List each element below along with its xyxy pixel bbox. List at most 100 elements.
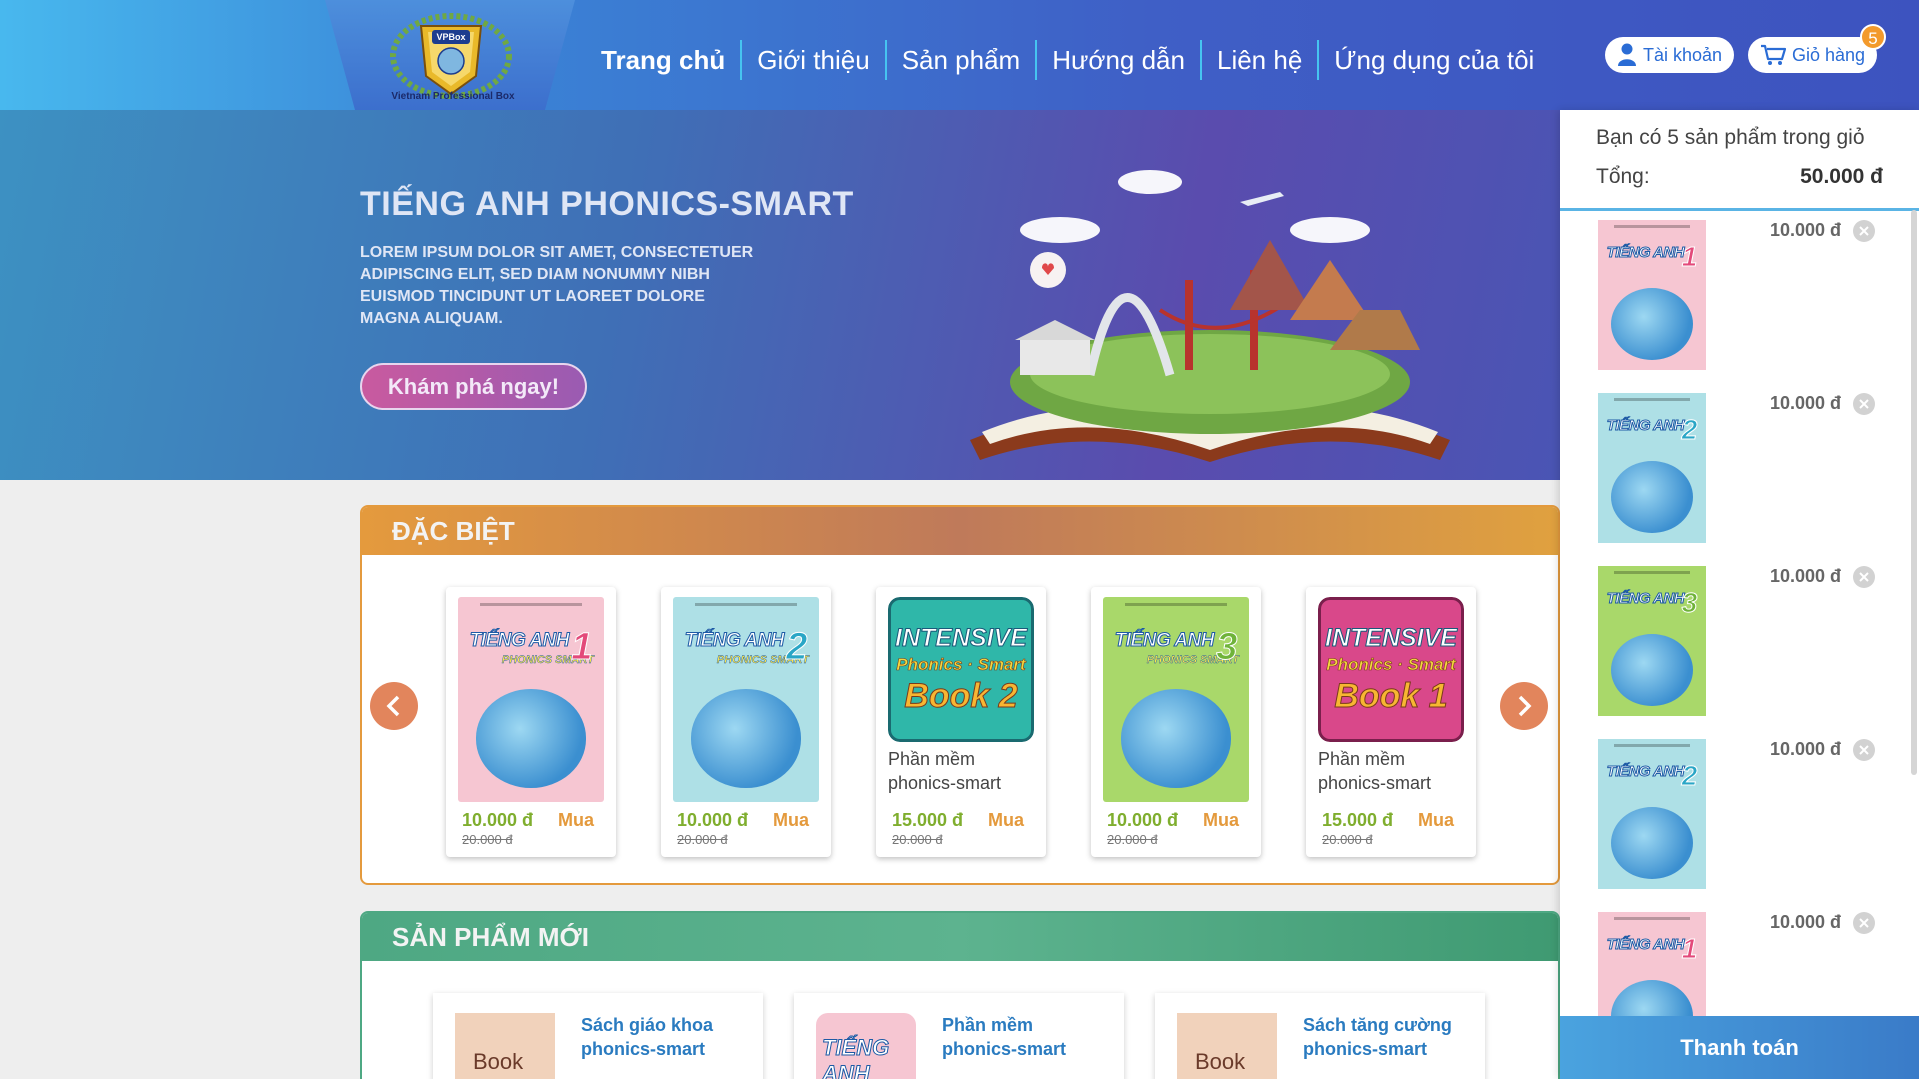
thumb-text: Book: [473, 1049, 524, 1074]
cover-number: 2: [786, 625, 808, 668]
cart-button[interactable]: Giỏ hàng: [1748, 37, 1878, 73]
new-product-title: Phần mềm phonics-smart: [942, 1015, 1067, 1059]
cart-item-list: TIẾNG ANH 1 10.000 đ TIẾNG ANH 2 10.000 …: [1560, 220, 1919, 1079]
cover-intensive: INTENSIVE: [1325, 623, 1458, 652]
cart-item-price: 10.000 đ: [1770, 566, 1842, 586]
cover-title: TIẾNG ANH: [469, 629, 570, 651]
product-card[interactable]: INTENSIVE Phonics · Smart Book 2 Phần mề…: [876, 587, 1046, 857]
carousel-next-button[interactable]: [1500, 682, 1548, 730]
product-old-price: 20.000 đ: [677, 832, 728, 847]
product-card[interactable]: TIẾNG ANH PHONICS SMART 1 10.000 đ 20.00…: [446, 587, 616, 857]
cart-item-price: 10.000 đ: [1770, 912, 1842, 932]
product-old-price: 20.000 đ: [892, 832, 943, 847]
buy-button[interactable]: Mua: [558, 810, 594, 831]
user-icon: [1618, 43, 1636, 66]
buy-button[interactable]: Mua: [1418, 810, 1454, 831]
product-name: Phần mềm phonics-smart: [1318, 749, 1432, 793]
logo-text: Vietnam Professional Box: [391, 91, 515, 102]
cover-intensive: INTENSIVE: [895, 623, 1028, 652]
main-nav: Trang chủ Giới thiệu Sản phẩm Hướng dẫn …: [586, 40, 1549, 80]
cover-title: TIẾNG ANH: [1114, 629, 1215, 651]
divider: [1560, 208, 1919, 211]
close-icon: [1859, 918, 1869, 928]
buy-button[interactable]: Mua: [773, 810, 809, 831]
nav-about[interactable]: Giới thiệu: [740, 40, 884, 80]
thumb-text: Book: [1195, 1049, 1246, 1074]
cover-book: Book 2: [904, 676, 1018, 715]
shopping-cart-icon: [1761, 44, 1786, 65]
close-icon: [1859, 226, 1869, 236]
explore-button[interactable]: Khám phá ngay!: [360, 363, 587, 410]
new-product-card[interactable]: Book Sách tăng cường phonics-smart: [1155, 993, 1485, 1079]
remove-item-button[interactable]: [1853, 566, 1875, 588]
cart-item-price: 10.000 đ: [1770, 393, 1842, 413]
cart-label: Giỏ hàng: [1792, 44, 1866, 65]
buy-button[interactable]: Mua: [988, 810, 1024, 831]
new-product-card[interactable]: Book Sách giáo khoa phonics-smart: [433, 993, 763, 1079]
software-cover: INTENSIVE Phonics · Smart Book 1: [1318, 597, 1464, 742]
cart-item: TIẾNG ANH 2 10.000 đ: [1598, 739, 1898, 899]
close-icon: [1859, 745, 1869, 755]
cart-panel: Bạn có 5 sản phẩm trong giỏ Tổng: 50.000…: [1560, 110, 1919, 1079]
top-header: VPBox Vietnam Professional Box Trang chủ…: [0, 0, 1919, 110]
new-product-title: Sách tăng cường phonics-smart: [1303, 1015, 1452, 1059]
cover-title: TIẾNG ANH: [1606, 244, 1685, 262]
open-book-illustration: [970, 170, 1450, 462]
product-old-price: 20.000 đ: [1107, 832, 1158, 847]
book-cover: TIẾNG ANH 1: [1598, 220, 1706, 370]
buy-button[interactable]: Mua: [1203, 810, 1239, 831]
book-cover: TIẾNG ANH 3: [1598, 566, 1706, 716]
special-heading: ĐẶC BIỆT: [362, 507, 1558, 555]
chevron-right-icon: [1518, 695, 1532, 717]
cover-number: 3: [1216, 625, 1238, 668]
software-cover: INTENSIVE Phonics · Smart Book 2: [888, 597, 1034, 742]
checkout-button[interactable]: Thanh toán: [1560, 1016, 1919, 1079]
nav-contact[interactable]: Liên hệ: [1199, 40, 1317, 80]
product-price: 15.000 đ: [1322, 810, 1394, 830]
close-icon: [1859, 572, 1869, 582]
cart-item: TIẾNG ANH 2 10.000 đ: [1598, 393, 1898, 553]
cover-title: TIẾNG ANH: [1606, 590, 1685, 608]
cart-item-price: 10.000 đ: [1770, 739, 1842, 759]
product-old-price: 20.000 đ: [462, 832, 513, 847]
cover-phonics: Phonics · Smart: [1326, 654, 1456, 674]
cart-total-value: 50.000 đ: [1800, 165, 1883, 188]
nav-home[interactable]: Trang chủ: [586, 40, 740, 80]
cart-count-badge: 5: [1860, 24, 1886, 50]
cover-title: TIẾNG ANH: [1606, 763, 1685, 781]
cart-total-label: Tổng:: [1596, 165, 1650, 188]
cover-number: 2: [1681, 760, 1698, 792]
remove-item-button[interactable]: [1853, 220, 1875, 242]
book-cover: TIẾNG ANH PHONICS SMART 1: [458, 597, 604, 802]
product-price: 15.000 đ: [892, 810, 964, 830]
cart-item: TIẾNG ANH 3 10.000 đ: [1598, 566, 1898, 726]
product-price: 10.000 đ: [1107, 810, 1179, 830]
nav-guide[interactable]: Hướng dẫn: [1035, 40, 1200, 80]
new-product-card[interactable]: TIẾNG ANH Phần mềm phonics-smart: [794, 993, 1124, 1079]
remove-item-button[interactable]: [1853, 739, 1875, 761]
cart-scrollbar[interactable]: [1911, 210, 1917, 775]
product-card[interactable]: TIẾNG ANH PHONICS SMART 3 10.000 đ 20.00…: [1091, 587, 1261, 857]
book-cover: TIẾNG ANH PHONICS SMART 3: [1103, 597, 1249, 802]
product-thumbnail: TIẾNG ANH: [816, 1013, 916, 1079]
cover-number: 1: [1681, 933, 1698, 965]
product-name: Phần mềm phonics-smart: [888, 749, 1002, 793]
product-thumbnail: Book: [455, 1013, 555, 1079]
banner-title: TIẾNG ANH PHONICS-SMART: [360, 185, 854, 223]
product-card[interactable]: TIẾNG ANH PHONICS SMART 2 10.000 đ 20.00…: [661, 587, 831, 857]
product-card[interactable]: INTENSIVE Phonics · Smart Book 1 Phần mề…: [1306, 587, 1476, 857]
nav-products[interactable]: Sản phẩm: [884, 40, 1036, 80]
nav-my-apps[interactable]: Ứng dụng của tôi: [1317, 40, 1549, 80]
cart-item-price: 10.000 đ: [1770, 220, 1842, 240]
chevron-left-icon: [386, 695, 400, 717]
product-price: 10.000 đ: [677, 810, 749, 830]
carousel-prev-button[interactable]: [370, 682, 418, 730]
logo-mark: VPBox: [436, 32, 465, 42]
cover-number: 1: [1681, 241, 1698, 273]
remove-item-button[interactable]: [1853, 393, 1875, 415]
cover-number: 3: [1681, 587, 1698, 619]
account-button[interactable]: Tài khoản: [1605, 37, 1735, 73]
banner-description: LOREM IPSUM DOLOR SIT AMET, CONSECTETUER…: [360, 244, 754, 327]
remove-item-button[interactable]: [1853, 912, 1875, 934]
hero-banner: TIẾNG ANH PHONICS-SMART LOREM IPSUM DOLO…: [0, 110, 1560, 480]
